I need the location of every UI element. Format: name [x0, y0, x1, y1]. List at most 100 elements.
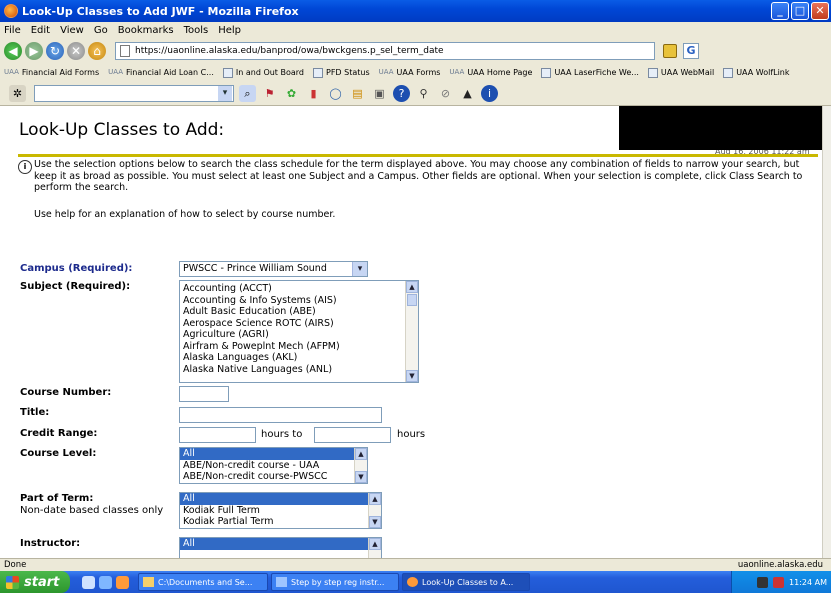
- list-item[interactable]: Alaska Native Languages (ANL): [180, 364, 418, 376]
- graduation-cap-icon[interactable]: ▲: [459, 85, 476, 102]
- menu-view[interactable]: View: [60, 25, 84, 36]
- list-item[interactable]: Kodiak Partial Term: [180, 516, 381, 528]
- course-level-listbox[interactable]: All ABE/Non-credit course - UAA ABE/Non-…: [179, 447, 368, 484]
- bookmark-item[interactable]: UAA LaserFiche We...: [541, 67, 639, 78]
- bookmark-item[interactable]: UAA WebMail: [647, 67, 714, 78]
- scroll-up-icon[interactable]: ▲: [369, 538, 381, 550]
- windows-flag-icon: [6, 575, 19, 589]
- list-item[interactable]: ABE/Non-credit course - UAA: [180, 460, 367, 472]
- navigation-toolbar: ◀ ▶ ↻ ✕ ⌂ https://uaonline.alaska.edu/ba…: [0, 39, 831, 63]
- search-icon[interactable]: ⚲: [415, 85, 432, 102]
- scrollbar[interactable]: ▲ ▼: [368, 493, 381, 528]
- window-title: Look-Up Classes to Add JWF - Mozilla Fir…: [22, 4, 299, 18]
- maximize-button[interactable]: □: [791, 2, 809, 20]
- subject-listbox[interactable]: Accounting (ACCT) Accounting & Info Syst…: [179, 280, 419, 383]
- scrollbar[interactable]: ▲: [368, 538, 381, 558]
- list-item[interactable]: Aerospace Science ROTC (AIRS): [180, 318, 418, 330]
- ie-icon[interactable]: [99, 575, 112, 589]
- bookmark-item[interactable]: UAA WolfLink: [723, 67, 790, 78]
- task-label: Step by step reg instr...: [291, 577, 385, 587]
- bookmark-item[interactable]: UAA Financial Aid Loan C...: [108, 68, 214, 78]
- credit-from-input[interactable]: [179, 427, 256, 443]
- photo-icon[interactable]: ▣: [371, 85, 388, 102]
- pdf-icon[interactable]: ⚑: [261, 85, 278, 102]
- bookmark-item[interactable]: UAA Financial Aid Forms: [4, 68, 99, 78]
- menu-go[interactable]: Go: [94, 25, 108, 36]
- go-button[interactable]: G: [683, 43, 699, 59]
- start-button[interactable]: start: [0, 571, 70, 593]
- list-item[interactable]: Agriculture (AGRI): [180, 329, 418, 341]
- info-circle-icon[interactable]: i: [481, 85, 498, 102]
- scroll-down-icon[interactable]: ▼: [406, 370, 418, 382]
- menu-tools[interactable]: Tools: [184, 25, 209, 36]
- link-icon[interactable]: ⊘: [437, 85, 454, 102]
- menu-help[interactable]: Help: [218, 25, 241, 36]
- chevron-down-icon[interactable]: ▾: [352, 262, 367, 276]
- list-item[interactable]: Adult Basic Education (ABE): [180, 306, 418, 318]
- menu-bookmarks[interactable]: Bookmarks: [118, 25, 174, 36]
- scroll-down-icon[interactable]: ▼: [369, 516, 381, 528]
- home-icon[interactable]: ⌂: [88, 42, 106, 60]
- back-arrow-icon[interactable]: ◀: [4, 42, 22, 60]
- list-item[interactable]: Alaska Languages (AKL): [180, 352, 418, 364]
- search-web-icon[interactable]: ⌕: [239, 85, 256, 102]
- help-icon[interactable]: ?: [393, 85, 410, 102]
- antivirus-icon[interactable]: [773, 576, 785, 588]
- bookmark-item[interactable]: In and Out Board: [222, 67, 304, 78]
- scroll-thumb[interactable]: [407, 294, 417, 306]
- book-icon[interactable]: ▤: [349, 85, 366, 102]
- desktop-icon[interactable]: [82, 575, 95, 589]
- scrollbar[interactable]: ▲ ▼: [405, 281, 418, 382]
- credit-to-input[interactable]: [314, 427, 391, 443]
- scroll-up-icon[interactable]: ▲: [369, 493, 381, 505]
- status-domain: uaonline.alaska.edu: [737, 560, 823, 570]
- status-text: Done: [4, 560, 27, 570]
- course-number-input[interactable]: [179, 386, 229, 402]
- network-icon[interactable]: [757, 576, 769, 588]
- bookmark-item[interactable]: PFD Status: [313, 67, 370, 78]
- close-button[interactable]: ✕: [811, 2, 829, 20]
- minimize-button[interactable]: _: [771, 2, 789, 20]
- firefox-icon[interactable]: [116, 575, 129, 589]
- scroll-down-icon[interactable]: ▼: [355, 471, 367, 483]
- list-item[interactable]: Kodiak Full Term: [180, 505, 381, 517]
- menu-file[interactable]: File: [4, 25, 21, 36]
- stop-icon[interactable]: ✕: [67, 42, 85, 60]
- firefox-icon: [407, 577, 418, 587]
- list-item[interactable]: All: [180, 538, 381, 550]
- scrollbar[interactable]: ▲ ▼: [354, 448, 367, 483]
- instructor-listbox[interactable]: All ▲: [179, 537, 382, 558]
- task-button[interactable]: C:\Documents and Se...: [138, 573, 268, 591]
- list-item[interactable]: All: [180, 448, 367, 460]
- task-button-active[interactable]: Look-Up Classes to A...: [402, 573, 530, 591]
- list-item[interactable]: All: [180, 493, 381, 505]
- list-item[interactable]: Accounting (ACCT): [180, 283, 418, 295]
- bookmark-item[interactable]: UAA UAA Home Page: [449, 68, 532, 78]
- instructions-text: Use the selection options below to searc…: [34, 159, 803, 193]
- instructor-label: Instructor:: [20, 538, 81, 549]
- hours-to-text: hours to: [261, 429, 303, 440]
- bookmark-icon[interactable]: ▮: [305, 85, 322, 102]
- scroll-up-icon[interactable]: ▲: [355, 448, 367, 460]
- reload-icon[interactable]: ↻: [46, 42, 64, 60]
- scroll-up-icon[interactable]: ▲: [406, 281, 418, 293]
- lock-icon[interactable]: [663, 44, 677, 58]
- url-bar[interactable]: https://uaonline.alaska.edu/banprod/owa/…: [115, 42, 655, 60]
- list-item[interactable]: ABE/Non-credit course-PWSCC: [180, 471, 367, 483]
- redaction-block: [619, 106, 822, 150]
- flower-icon[interactable]: ✿: [283, 85, 300, 102]
- chat-bubble-icon[interactable]: ◯: [327, 85, 344, 102]
- forward-arrow-icon[interactable]: ▶: [25, 42, 43, 60]
- toolbar-logo-icon[interactable]: ✲: [9, 85, 26, 102]
- list-item[interactable]: Airfram & Poweplnt Mech (AFPM): [180, 341, 418, 353]
- title-input[interactable]: [179, 407, 382, 423]
- task-button[interactable]: Step by step reg instr...: [271, 573, 399, 591]
- window-titlebar[interactable]: Look-Up Classes to Add JWF - Mozilla Fir…: [0, 0, 831, 22]
- list-item[interactable]: Accounting & Info Systems (AIS): [180, 295, 418, 307]
- bookmark-item[interactable]: UAA UAA Forms: [379, 68, 441, 78]
- part-of-term-listbox[interactable]: All Kodiak Full Term Kodiak Partial Term…: [179, 492, 382, 529]
- page-scrollbar[interactable]: [822, 106, 831, 558]
- menu-edit[interactable]: Edit: [31, 25, 50, 36]
- campus-select[interactable]: PWSCC - Prince William Sound ▾: [179, 261, 368, 277]
- toolbar-search-combo[interactable]: [34, 85, 234, 102]
